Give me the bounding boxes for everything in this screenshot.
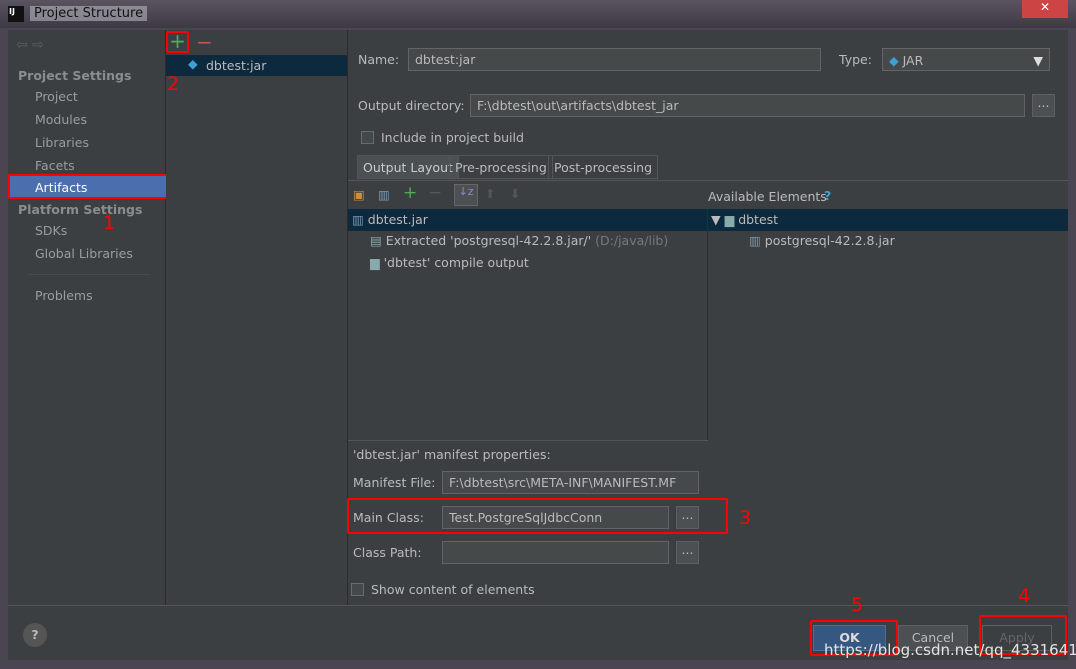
class-path-label: Class Path: [353,545,422,560]
expand-arrow-icon[interactable]: ▼ [711,212,725,227]
tab-pre-processing[interactable]: Pre-processing [449,155,553,179]
main-class-label: Main Class: [353,510,424,525]
help-icon[interactable]: ? [824,188,831,203]
sidebar-item-sdks[interactable]: SDKs [35,223,67,238]
annotation-4: 4 [1018,585,1031,607]
archive-icon[interactable]: ▥ [378,187,390,202]
remove-artifact-button[interactable]: − [196,30,213,54]
add-element-button[interactable]: + [403,183,417,203]
close-button[interactable]: ✕ [1022,0,1068,18]
name-input[interactable] [408,48,821,71]
available-item-dbtest[interactable]: ▼ ▆ dbtest [711,212,778,227]
sidebar-item-problems[interactable]: Problems [35,288,93,303]
divider [8,605,1068,606]
available-elements-title: Available Elements [708,189,827,204]
manifest-title: 'dbtest.jar' manifest properties: [353,447,551,462]
section-project-settings: Project Settings [18,68,132,83]
tree-item-jar[interactable]: ▥ dbtest.jar [352,212,428,227]
type-select[interactable]: ◆ JAR ▼ [882,48,1050,71]
name-label: Name: [358,52,400,67]
sort-icon[interactable]: ↓z [454,184,478,206]
back-forward-icons[interactable]: ⇦ ⇨ [16,37,44,53]
sidebar: ⇦ ⇨ Project Settings Project Modules Lib… [8,30,169,605]
jar-icon: ▥ [352,212,368,227]
include-in-build-checkbox[interactable] [361,131,374,144]
browse-class-path-button[interactable]: ... [676,541,699,564]
watermark: https://blog.csdn.net/qq_43316411 [824,641,1076,659]
output-layout-panel: ▣ ▥ + − ↓z ⬆ ⬇ Available Elements ? ▥ db… [348,180,1068,441]
title-bar: IJ Project Structure ✕ [0,0,1076,28]
tree-label: Extracted 'postgresql-42.2.8.jar/' [385,233,592,248]
browse-output-button[interactable]: ... [1032,94,1055,117]
available-label: dbtest [738,212,779,227]
show-content-label: Show content of elements [371,582,535,597]
section-platform-settings: Platform Settings [18,202,143,217]
artifact-label: dbtest:jar [206,58,267,73]
window-title: Project Structure [30,6,148,21]
main-class-input[interactable] [442,506,669,529]
help-button[interactable]: ? [23,623,47,647]
tab-output-layout[interactable]: Output Layout [357,155,459,179]
extracted-icon: ▤ [370,233,386,248]
artifact-item[interactable]: ◆ dbtest:jar [166,55,347,76]
tree-label: 'dbtest' compile output [383,255,529,270]
sidebar-item-artifacts[interactable]: Artifacts [8,174,169,199]
available-label: postgresql-42.2.8.jar [764,233,895,248]
artifact-list: + − ◆ dbtest:jar [166,30,348,605]
annotation-2: 2 [167,73,180,95]
type-value: JAR [902,53,924,68]
sidebar-item-facets[interactable]: Facets [35,158,75,173]
sidebar-item-modules[interactable]: Modules [35,112,87,127]
include-in-build-label: Include in project build [381,130,524,145]
sidebar-item-global-libraries[interactable]: Global Libraries [35,246,133,261]
annotation-1: 1 [103,212,116,234]
available-item-postgresql[interactable]: ▥ postgresql-42.2.8.jar [749,233,895,248]
manifest-file-label: Manifest File: [353,475,436,490]
class-path-input[interactable] [442,541,669,564]
chevron-down-icon: ▼ [1033,53,1043,68]
sidebar-item-libraries[interactable]: Libraries [35,135,89,150]
move-up-icon[interactable]: ⬆ [485,186,495,201]
add-artifact-button[interactable]: + [166,31,189,53]
divider [28,274,150,275]
tree-label: dbtest.jar [367,212,428,227]
manifest-file-input[interactable] [442,471,699,494]
module-folder-icon: ▆ [724,212,739,227]
divider [348,440,708,441]
tree-hint: (D:/java/lib) [595,233,669,248]
folder-icon: ▆ [370,255,384,270]
jar-icon: ▥ [749,233,765,248]
show-content-checkbox[interactable] [351,583,364,596]
intellij-logo-icon: IJ [8,6,24,22]
jar-icon: ◆ [889,53,903,68]
type-label: Type: [839,52,872,67]
divider [707,231,708,441]
tree-item-compile-output[interactable]: ▆ 'dbtest' compile output [370,255,529,270]
tree-item-extracted[interactable]: ▤ Extracted 'postgresql-42.2.8.jar/' (D:… [370,233,668,248]
remove-element-button[interactable]: − [428,183,442,203]
divider [707,209,708,231]
annotation-5: 5 [851,594,864,616]
tab-post-processing[interactable]: Post-processing [548,155,659,179]
jar-artifact-icon: ◆ [188,56,198,71]
annotation-3: 3 [739,507,752,529]
new-directory-icon[interactable]: ▣ [353,187,365,202]
sidebar-item-project[interactable]: Project [35,89,78,104]
output-directory-input[interactable] [470,94,1025,117]
move-down-icon[interactable]: ⬇ [510,186,520,201]
output-directory-label: Output directory: [358,98,465,113]
browse-main-class-button[interactable]: ... [676,506,699,529]
selection-row [348,209,1068,231]
